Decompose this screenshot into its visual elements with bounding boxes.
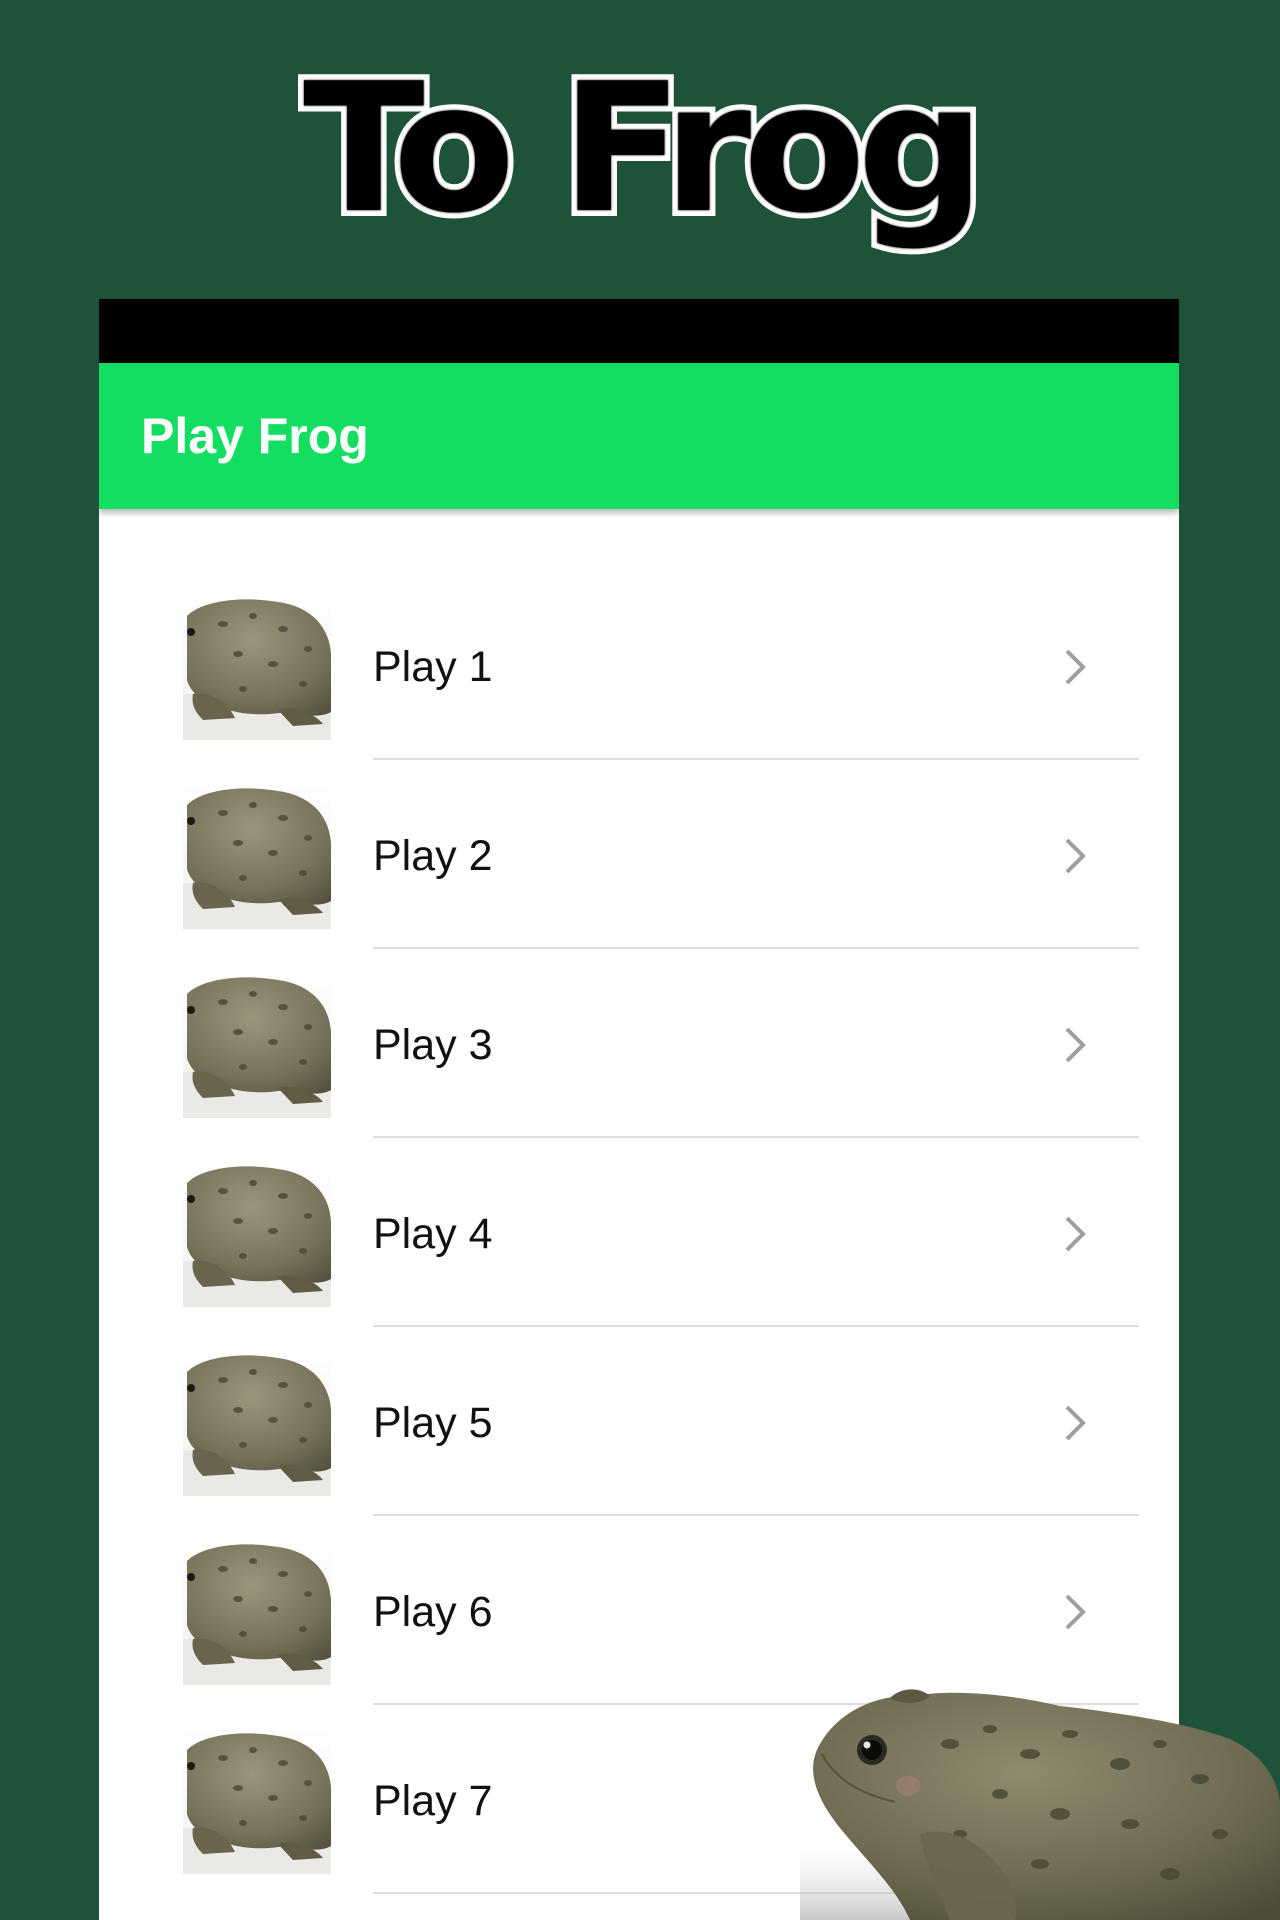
phone-screen: Play Frog Play 1 Play 2 Play 3 Play 4 Pl… [99, 299, 1179, 1920]
list-item-play-5[interactable]: Play 5 [99, 1265, 1179, 1516]
frog-decoration-image [800, 1689, 1280, 1920]
status-bar [99, 299, 1179, 363]
app-bar-title: Play Frog [141, 408, 369, 464]
list-item-label: Play 5 [373, 1399, 493, 1447]
chevron-right-icon [1065, 649, 1086, 685]
list-item-play-4[interactable]: Play 4 [99, 1076, 1179, 1327]
list-item-label: Play 1 [373, 643, 493, 691]
promo-title: To Frog [297, 45, 991, 252]
chevron-right-icon [1065, 1216, 1086, 1252]
list-item-play-1[interactable]: Play 1 [99, 509, 1179, 760]
list-item-label: Play 4 [373, 1210, 493, 1258]
chevron-right-icon [1065, 1027, 1086, 1063]
list-item-label: Play 2 [373, 832, 493, 880]
list-item-label: Play 3 [373, 1021, 493, 1069]
app-bar: Play Frog [99, 363, 1179, 509]
list-item-label: Play 6 [373, 1588, 493, 1636]
chevron-right-icon [1065, 1594, 1086, 1630]
list-item-play-2[interactable]: Play 2 [99, 698, 1179, 949]
list-item-label: Play 7 [373, 1777, 493, 1825]
chevron-right-icon [1065, 1405, 1086, 1441]
list-item-play-3[interactable]: Play 3 [99, 887, 1179, 1138]
list-item-play-6[interactable]: Play 6 [99, 1454, 1179, 1705]
frog-thumbnail [183, 1728, 331, 1874]
chevron-right-icon [1065, 838, 1086, 874]
